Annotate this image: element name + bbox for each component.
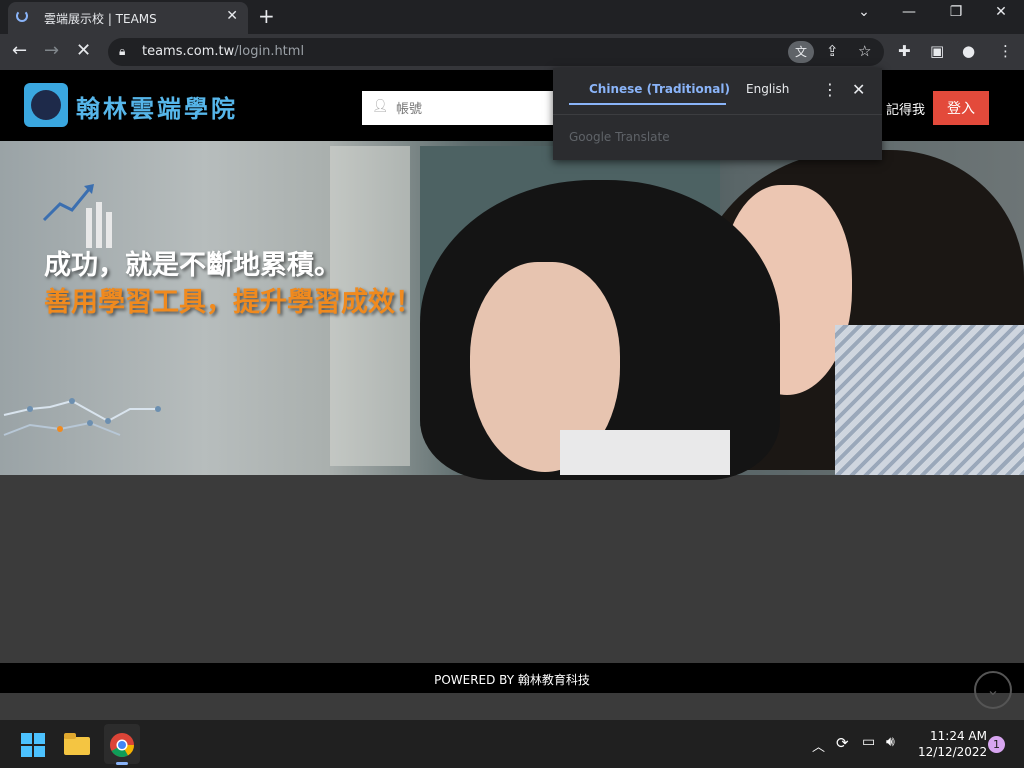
translate-tab-indicator: [569, 103, 726, 105]
translate-tab-source[interactable]: Chinese (Traditional): [589, 82, 730, 96]
hero-girl-shirt: [560, 430, 730, 475]
new-tab-button[interactable]: +: [258, 4, 275, 28]
remember-me-label[interactable]: 記得我: [886, 99, 925, 118]
share-icon[interactable]: ⇪: [826, 42, 839, 60]
file-explorer-icon[interactable]: [64, 733, 90, 755]
window-close-icon[interactable]: ✕: [985, 4, 1017, 20]
windows-start-icon[interactable]: [21, 733, 45, 757]
tab-title: 雲端展示校 | TEAMS: [44, 12, 157, 26]
login-button[interactable]: 登入: [933, 91, 989, 125]
chrome-icon[interactable]: [109, 732, 135, 758]
loading-icon: [16, 10, 28, 22]
volume-icon[interactable]: 🔊︎: [886, 734, 895, 750]
user-icon: 👤︎: [372, 99, 389, 114]
side-panel-icon[interactable]: ▣: [930, 42, 944, 60]
notification-badge[interactable]: 1: [988, 736, 1005, 753]
bookmark-star-icon[interactable]: ☆: [858, 42, 871, 60]
site-logo-text[interactable]: 翰林雲端學院: [76, 89, 238, 124]
url-text: teams.com.tw/login.html: [142, 44, 304, 59]
chart-icon: [42, 184, 112, 248]
chevron-up-icon[interactable]: ︿: [812, 736, 825, 755]
taskbar-time[interactable]: 11:24 AM: [930, 729, 987, 743]
menu-icon[interactable]: ⋮: [998, 42, 1013, 60]
tab-close-icon[interactable]: ✕: [226, 8, 238, 24]
url-domain: teams.com.tw: [142, 44, 235, 59]
extensions-icon[interactable]: ✚: [898, 42, 911, 60]
footer-text: POWERED BY 翰林教育科技: [434, 673, 590, 687]
translate-more-icon[interactable]: ⋮: [822, 80, 838, 99]
network-decoration-icon: [3, 398, 161, 436]
translate-close-icon[interactable]: ✕: [852, 80, 865, 99]
browser-tab[interactable]: 雲端展示校 | TEAMS ✕: [8, 2, 248, 34]
hero-headline: 成功，就是不斷地累積。: [44, 250, 341, 281]
account-input[interactable]: [394, 95, 558, 123]
taskbar-date[interactable]: 12/12/2022: [918, 745, 987, 759]
scroll-top-icon[interactable]: ⌄: [974, 671, 1012, 709]
graduation-cap-icon: [31, 90, 61, 120]
sync-icon[interactable]: ⟳: [836, 734, 849, 752]
url-path: /login.html: [234, 44, 305, 59]
active-app-indicator: [116, 762, 128, 765]
forward-icon[interactable]: →: [44, 40, 59, 61]
translate-icon[interactable]: 文: [788, 41, 814, 63]
hero-woman-shirt: [835, 325, 1024, 475]
translate-tab-target[interactable]: English: [746, 82, 789, 96]
translate-brand: Google Translate: [569, 130, 670, 144]
hero-subheadline: 善用學習工具，提升學習成效！: [44, 287, 422, 318]
network-icon[interactable]: ▭: [862, 734, 875, 750]
profile-icon[interactable]: ●: [962, 42, 975, 60]
minimize-icon[interactable]: —: [893, 4, 925, 20]
back-icon[interactable]: ←: [12, 40, 27, 61]
tab-search-icon[interactable]: ⌄: [848, 4, 880, 20]
stop-icon[interactable]: ✕: [76, 40, 91, 61]
lock-icon[interactable]: 🔒︎: [119, 44, 125, 59]
translate-divider: [553, 114, 882, 115]
restore-icon[interactable]: ❐: [940, 4, 972, 20]
